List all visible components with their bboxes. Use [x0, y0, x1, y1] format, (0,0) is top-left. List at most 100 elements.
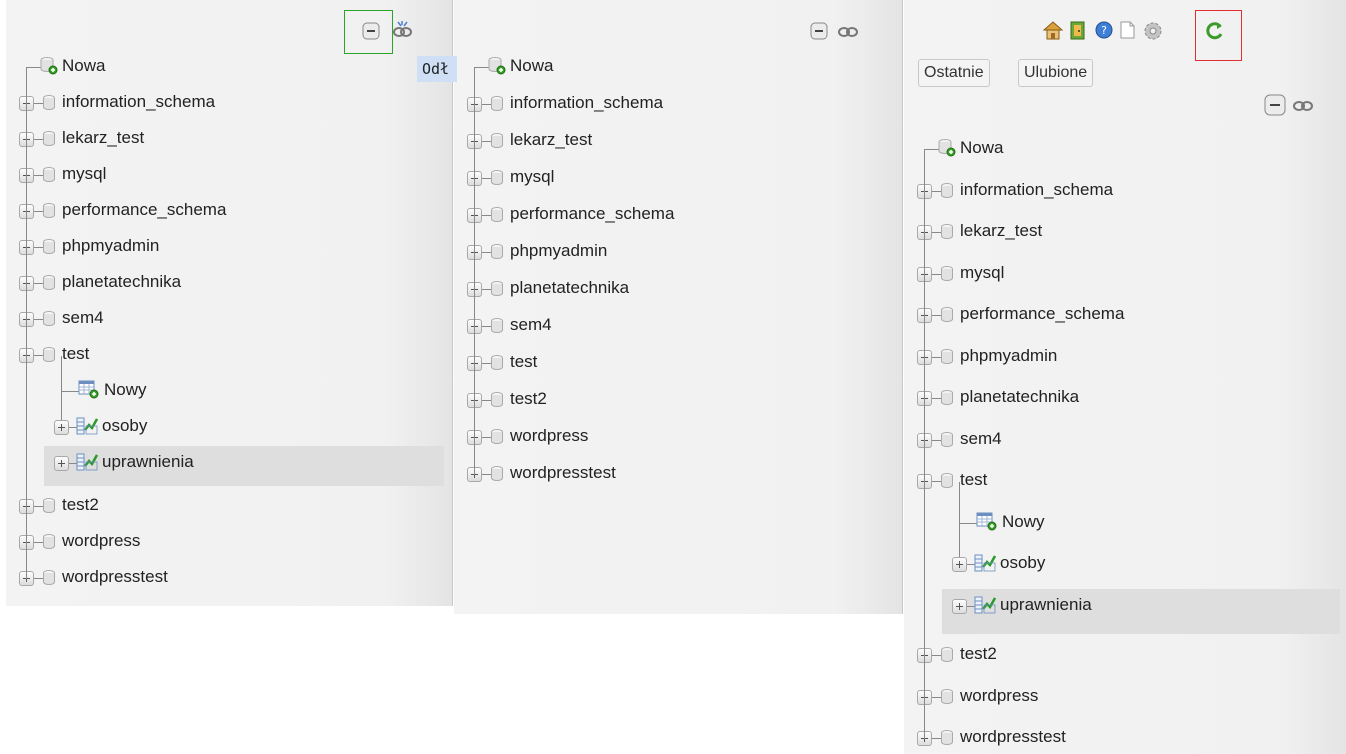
- tree-item-label: test: [62, 344, 90, 363]
- tree-item-table[interactable]: uprawnienia: [6, 448, 426, 478]
- tree-item-new-table[interactable]: Nowy: [6, 376, 426, 406]
- collapse-all-icon[interactable]: [362, 22, 380, 45]
- tree-item-label: information_schema: [960, 179, 1114, 199]
- tree-connector: [482, 178, 491, 179]
- tree-item-new-database[interactable]: Nowa: [6, 52, 406, 82]
- tree-item-database[interactable]: lekarz_test: [6, 124, 406, 154]
- tree-item-label: Nowa: [62, 56, 106, 75]
- reload-icon[interactable]: [1204, 20, 1226, 47]
- tree-item-database[interactable]: sem4: [904, 425, 1304, 455]
- logout-icon[interactable]: [1068, 20, 1088, 45]
- tree-item-database[interactable]: performance_schema: [454, 200, 854, 230]
- tree-item-database[interactable]: performance_schema: [6, 196, 406, 226]
- overflow-label: Odł: [417, 56, 457, 82]
- tree-item-database[interactable]: phpmyadmin: [904, 342, 1304, 372]
- tree-item-database[interactable]: wordpresstest: [454, 459, 854, 489]
- tree-connector: [34, 283, 43, 284]
- tree-item-database[interactable]: wordpresstest: [6, 563, 406, 593]
- database-icon: [941, 473, 953, 488]
- tree-item-database[interactable]: performance_schema: [904, 300, 1304, 330]
- tree-item-table[interactable]: osoby: [6, 412, 426, 442]
- database-icon: [491, 318, 503, 333]
- tree-item-database[interactable]: planetatechnika: [904, 383, 1304, 413]
- tree-item-database[interactable]: wordpress: [454, 422, 854, 452]
- tree-connector: [482, 289, 491, 290]
- database-icon: [941, 307, 953, 322]
- tree-item-database[interactable]: test: [454, 348, 854, 378]
- tree-connector: [482, 363, 491, 364]
- tree-connector: [932, 356, 941, 358]
- tree-item-database[interactable]: information_schema: [6, 88, 406, 118]
- tree-item-database[interactable]: phpmyadmin: [6, 232, 406, 262]
- database-icon: [43, 311, 55, 326]
- database-icon: [941, 390, 953, 405]
- tree-item-label: phpmyadmin: [960, 345, 1058, 365]
- tree-item-database[interactable]: wordpress: [904, 682, 1304, 712]
- table-icon: [974, 553, 997, 578]
- tree-item-database[interactable]: mysql: [6, 160, 406, 190]
- tree-connector: [932, 696, 941, 698]
- tree-item-database[interactable]: test2: [454, 385, 854, 415]
- tree-item-table[interactable]: uprawnienia: [904, 591, 1324, 621]
- new-table-icon: [976, 511, 998, 536]
- tree-item-database[interactable]: lekarz_test: [904, 217, 1304, 247]
- link-icon[interactable]: [1293, 98, 1313, 118]
- tree-item-database[interactable]: test2: [6, 491, 406, 521]
- home-icon[interactable]: [1042, 20, 1064, 45]
- tree-item-database[interactable]: test: [904, 466, 1304, 496]
- tree-item-database[interactable]: sem4: [6, 304, 406, 334]
- tree-connector: [482, 252, 491, 253]
- tree-connector: [474, 67, 475, 475]
- database-icon: [491, 96, 503, 111]
- tree-connector: [34, 103, 43, 104]
- tree-item-table[interactable]: osoby: [904, 549, 1324, 579]
- tree-item-label: planetatechnika: [62, 272, 182, 291]
- tree-item-label: Nowa: [960, 138, 1004, 157]
- tree-item-database[interactable]: information_schema: [454, 89, 854, 119]
- tree-connector: [932, 398, 941, 399]
- tree-item-database[interactable]: phpmyadmin: [454, 237, 854, 267]
- database-icon: [43, 239, 55, 254]
- database-icon: [43, 275, 55, 290]
- tree-item-database[interactable]: sem4: [454, 311, 854, 341]
- database-icon: [941, 182, 953, 198]
- settings-icon[interactable]: [1142, 20, 1164, 47]
- expand-icon[interactable]: [952, 557, 967, 572]
- collapse-all-icon[interactable]: [810, 22, 828, 45]
- docs-icon[interactable]: [1118, 20, 1136, 45]
- tree-item-database[interactable]: wordpress: [6, 527, 406, 557]
- tree-connector: [34, 319, 43, 320]
- tree-item-new-database[interactable]: Nowa: [904, 134, 1304, 164]
- tree-item-database[interactable]: mysql: [454, 163, 854, 193]
- tree-item-database[interactable]: planetatechnika: [6, 268, 406, 298]
- tree-item-database[interactable]: information_schema: [904, 176, 1304, 206]
- database-icon: [43, 167, 55, 182]
- database-icon: [43, 534, 55, 549]
- tree-item-label: wordpress: [62, 531, 141, 550]
- tree-item-label: osoby: [102, 416, 148, 435]
- help-icon[interactable]: ?: [1094, 20, 1114, 45]
- tree-item-label: sem4: [960, 428, 1002, 448]
- tab-favorites[interactable]: Ulubione: [1018, 59, 1094, 87]
- tree-item-new-table[interactable]: Nowy: [904, 508, 1324, 538]
- tree-item-database[interactable]: planetatechnika: [454, 274, 854, 304]
- expand-icon[interactable]: [54, 456, 69, 471]
- tree-item-database[interactable]: test2: [904, 640, 1304, 670]
- tree-connector: [34, 355, 43, 356]
- tree-item-database[interactable]: wordpresstest: [904, 723, 1304, 753]
- new-table-icon: [78, 379, 100, 404]
- tree-item-database[interactable]: mysql: [904, 259, 1304, 289]
- tree-connector: [482, 215, 491, 216]
- tree-item-new-database[interactable]: Nowa: [454, 52, 854, 82]
- tree-item-database[interactable]: lekarz_test: [454, 126, 854, 156]
- tree-item-database[interactable]: test: [6, 340, 406, 370]
- database-icon: [491, 244, 503, 259]
- expand-icon[interactable]: [54, 420, 69, 435]
- tree-item-label: phpmyadmin: [62, 236, 160, 255]
- tab-recent[interactable]: Ostatnie: [918, 59, 990, 87]
- expand-icon[interactable]: [952, 598, 967, 614]
- svg-text:?: ?: [1101, 24, 1107, 37]
- unlink-icon[interactable]: [392, 20, 414, 45]
- link-icon[interactable]: [838, 24, 858, 44]
- collapse-all-icon[interactable]: [1264, 94, 1286, 121]
